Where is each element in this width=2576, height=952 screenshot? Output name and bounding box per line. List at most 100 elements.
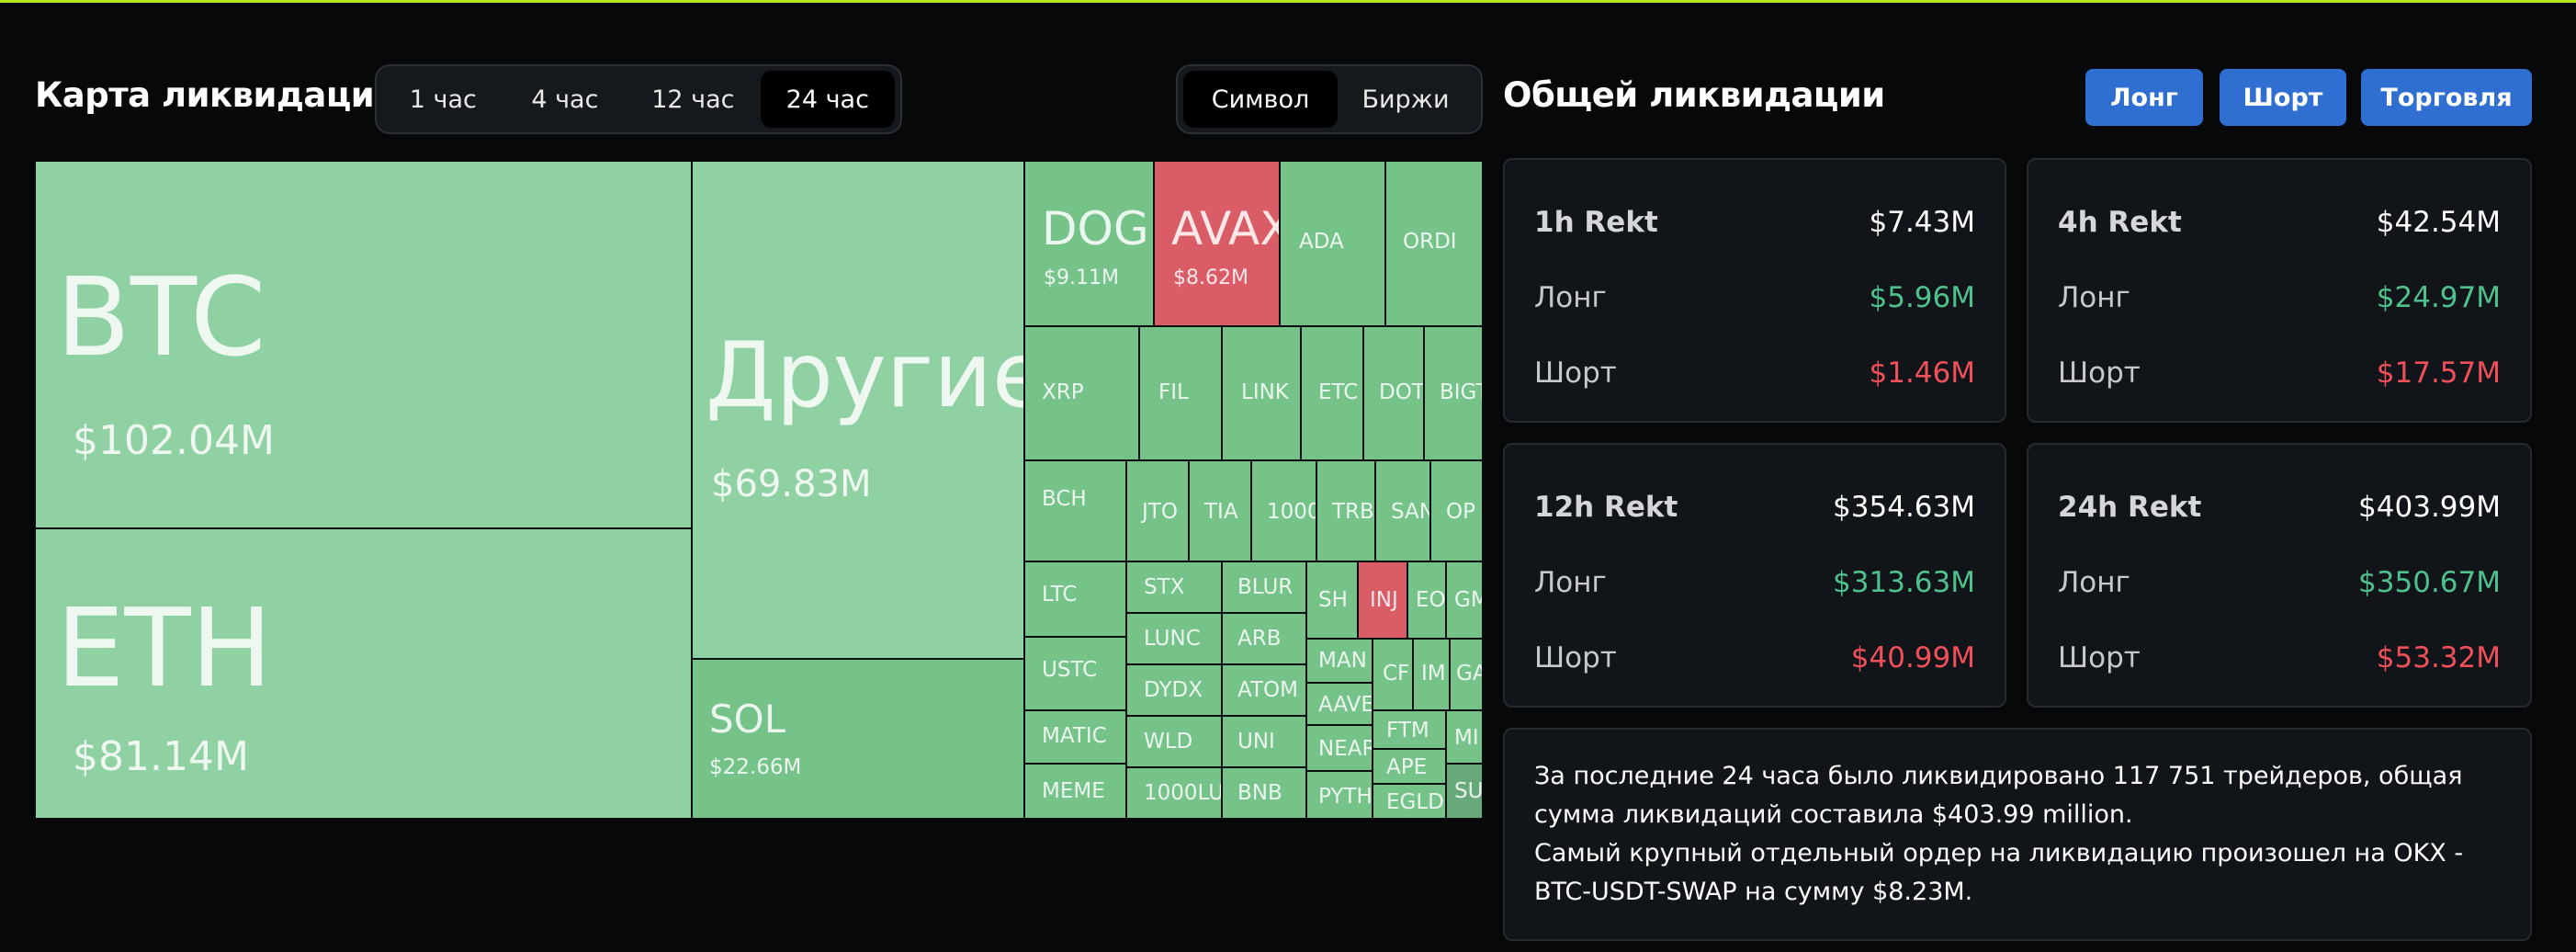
tile-symbol: LTC (1042, 583, 1078, 606)
tile-symbol: SOL (709, 697, 786, 742)
treemap-tile-bigt[interactable]: BIGT (1424, 326, 1483, 460)
short-label: Шорт (2058, 357, 2141, 390)
tile-symbol: SH (1318, 588, 1348, 612)
treemap-tile-ada[interactable]: ADA (1280, 161, 1385, 326)
tile-symbol: BLUR (1237, 575, 1294, 599)
rekt-card-1h: 1h Rekt $7.43M Лонг $5.96M Шорт $1.46M (1503, 158, 2006, 423)
treemap-tile-sh[interactable]: SH (1306, 561, 1358, 639)
treemap-tile-others[interactable]: Другие $69.83M (692, 161, 1024, 659)
treemap-tile-1000[interactable]: 1000 (1251, 460, 1316, 561)
treemap-tile-wld[interactable]: WLD (1126, 716, 1222, 767)
treemap-tile-man[interactable]: MAN (1306, 639, 1373, 683)
treemap-tile-ga[interactable]: GA (1450, 639, 1483, 710)
tile-value: $102.04M (73, 417, 275, 464)
treemap-tile-bnb[interactable]: BNB (1222, 767, 1306, 819)
tile-symbol: UNI (1237, 730, 1275, 754)
trade-button[interactable]: Торговля (2361, 69, 2532, 126)
long-button[interactable]: Лонг (2085, 69, 2203, 126)
treemap-tile-gm[interactable]: GM (1446, 561, 1483, 639)
treemap-tile-link[interactable]: LINK (1222, 326, 1301, 460)
long-label: Лонг (2058, 281, 2130, 314)
tile-symbol: USTC (1042, 658, 1098, 682)
treemap-tile-dydx[interactable]: DYDX (1126, 664, 1222, 716)
tile-value: $8.62M (1173, 266, 1248, 289)
treemap-tile-lunc[interactable]: LUNC (1126, 613, 1222, 664)
treemap-tile-atom[interactable]: ATOM (1222, 664, 1306, 716)
treemap-tile-su[interactable]: SU (1446, 764, 1483, 819)
tile-symbol: EGLD (1386, 790, 1444, 814)
tile-symbol: FIL (1158, 380, 1189, 404)
treemap-tile-fil[interactable]: FIL (1139, 326, 1222, 460)
card-total: $42.54M (2376, 206, 2501, 239)
tile-value: $69.83M (711, 463, 872, 505)
treemap-tile-doge[interactable]: DOGE $9.11M (1024, 161, 1154, 326)
treemap-tile-cf[interactable]: CF (1373, 639, 1413, 710)
tab-symbol[interactable]: Символ (1183, 71, 1338, 128)
top-accent-line (0, 0, 2576, 3)
treemap-tile-jto[interactable]: JTO (1126, 460, 1189, 561)
tile-symbol: BIGT (1440, 380, 1482, 404)
treemap-tile-sol[interactable]: SOL $22.66M (692, 659, 1024, 819)
tile-symbol: ADA (1299, 230, 1344, 254)
treemap-tile-etc[interactable]: ETC (1301, 326, 1363, 460)
short-button[interactable]: Шорт (2220, 69, 2346, 126)
liquidation-treemap: BTC $102.04M ETH $81.14M Другие $69.83M … (35, 161, 1483, 819)
treemap-tile-mi[interactable]: MI (1446, 710, 1483, 764)
treemap-tile-btc[interactable]: BTC $102.04M (35, 161, 692, 528)
treemap-tile-stx[interactable]: STX (1126, 561, 1222, 613)
tile-symbol: BCH (1042, 487, 1087, 511)
treemap-tile-san[interactable]: SAN (1375, 460, 1430, 561)
tab-1h[interactable]: 1 час (382, 71, 504, 128)
tile-symbol: DOGE (1042, 202, 1153, 255)
treemap-tile-egld[interactable]: EGLD (1373, 784, 1446, 819)
tile-symbol: MAN (1318, 649, 1367, 673)
treemap-tile-ftm[interactable]: FTM (1373, 710, 1446, 749)
treemap-tile-uni[interactable]: UNI (1222, 716, 1306, 767)
treemap-tile-blur[interactable]: BLUR (1222, 561, 1306, 613)
liquidation-map-title: Карта ликвидаций (35, 75, 398, 115)
tile-symbol: ETH (56, 584, 273, 711)
treemap-tile-aave[interactable]: AAVE (1306, 683, 1373, 725)
treemap-tile-trb[interactable]: TRB (1316, 460, 1375, 561)
card-title: 24h Rekt (2058, 491, 2202, 524)
tile-value: $9.11M (1044, 266, 1119, 289)
tab-4h[interactable]: 4 час (504, 71, 627, 128)
tile-symbol: MI (1454, 726, 1479, 750)
treemap-tile-dot[interactable]: DOT (1363, 326, 1424, 460)
tile-symbol: 1000 (1267, 500, 1316, 524)
treemap-tile-near[interactable]: NEAR (1306, 725, 1373, 771)
treemap-tile-ordi[interactable]: ORDI (1385, 161, 1483, 326)
card-total: $7.43M (1869, 206, 1976, 239)
short-label: Шорт (1534, 357, 1617, 390)
treemap-tile-im[interactable]: IM (1413, 639, 1450, 710)
treemap-tile-bch[interactable]: BCH (1024, 460, 1126, 561)
treemap-tile-1000lu[interactable]: 1000LU (1126, 767, 1222, 819)
short-value: $53.32M (2376, 641, 2501, 674)
treemap-tile-matic[interactable]: MATIC (1024, 710, 1126, 764)
tab-12h[interactable]: 12 час (626, 71, 760, 128)
treemap-tile-arb[interactable]: ARB (1222, 613, 1306, 664)
treemap-tile-eth[interactable]: ETH $81.14M (35, 528, 692, 819)
treemap-tile-inj[interactable]: INJ (1358, 561, 1407, 639)
tile-symbol: WLD (1144, 730, 1193, 754)
treemap-tile-eo[interactable]: EO (1407, 561, 1446, 639)
rekt-card-4h: 4h Rekt $42.54M Лонг $24.97M Шорт $17.57… (2027, 158, 2532, 423)
tile-symbol: ATOM (1237, 678, 1298, 702)
group-mode-selector: Символ Биржи (1176, 64, 1483, 134)
tile-symbol: CF (1383, 662, 1410, 686)
tile-symbol: MEME (1042, 779, 1105, 803)
treemap-tile-ape[interactable]: APE (1373, 749, 1446, 784)
treemap-tile-op[interactable]: OP (1430, 460, 1483, 561)
treemap-tile-avax[interactable]: AVAX $8.62M (1154, 161, 1280, 326)
treemap-tile-meme[interactable]: MEME (1024, 764, 1126, 819)
long-value: $24.97M (2376, 281, 2501, 314)
treemap-tile-ltc[interactable]: LTC (1024, 561, 1126, 637)
treemap-tile-pyth[interactable]: PYTH (1306, 771, 1373, 819)
tab-exchanges[interactable]: Биржи (1338, 71, 1474, 128)
treemap-tile-ustc[interactable]: USTC (1024, 637, 1126, 710)
treemap-tile-xrp[interactable]: XRP (1024, 326, 1139, 460)
rekt-card-24h: 24h Rekt $403.99M Лонг $350.67M Шорт $53… (2027, 443, 2532, 708)
tab-24h[interactable]: 24 час (760, 71, 895, 128)
tile-symbol: AVAX (1171, 202, 1280, 255)
treemap-tile-tia[interactable]: TIA (1189, 460, 1251, 561)
